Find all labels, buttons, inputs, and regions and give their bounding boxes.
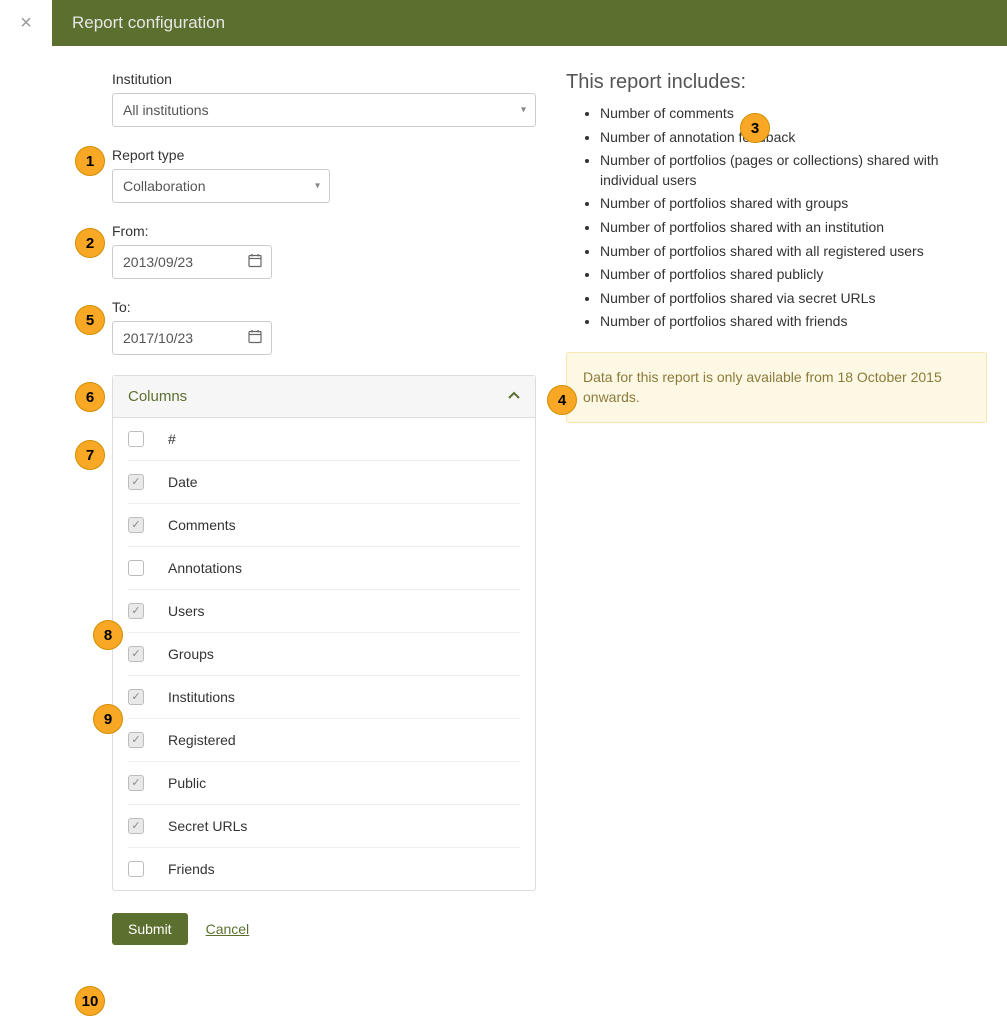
to-date-wrap[interactable]: [112, 321, 272, 355]
column-checkbox[interactable]: [128, 560, 144, 576]
content-area: 11 Institution All institutions ▾ Report…: [0, 46, 1007, 975]
callout-4: 4: [547, 385, 577, 415]
callout-8: 8: [93, 620, 123, 650]
column-label: Annotations: [168, 560, 242, 576]
report-type-select-wrap[interactable]: Collaboration ▾: [112, 169, 330, 203]
institution-select-wrap[interactable]: All institutions ▾: [112, 93, 536, 127]
columns-panel-title: Columns: [128, 388, 187, 405]
from-date-wrap[interactable]: [112, 245, 272, 279]
close-button[interactable]: ×: [0, 0, 52, 46]
submit-button[interactable]: Submit: [112, 913, 188, 945]
to-label: To:: [112, 299, 536, 315]
column-checkbox[interactable]: [128, 517, 144, 533]
column-label: Users: [168, 603, 205, 619]
institution-label: Institution: [112, 71, 536, 87]
callout-7: 7: [75, 440, 105, 470]
column-checkbox[interactable]: [128, 689, 144, 705]
columns-panel: Columns # Date Comments Annotations Users Gro…: [112, 375, 536, 891]
column-row: Friends: [128, 848, 520, 890]
info-alert: Data for this report is only available f…: [566, 352, 987, 423]
column-label: Groups: [168, 646, 214, 662]
from-date-input[interactable]: [112, 245, 272, 279]
column-row: #: [128, 418, 520, 461]
form-buttons: Submit Cancel: [112, 913, 536, 945]
column-label: Friends: [168, 861, 215, 877]
column-checkbox[interactable]: [128, 775, 144, 791]
column-row: Annotations: [128, 547, 520, 590]
column-checkbox[interactable]: [128, 732, 144, 748]
column-label: Registered: [168, 732, 236, 748]
form-left-column: Institution All institutions ▾ Report ty…: [112, 71, 536, 945]
columns-panel-body: # Date Comments Annotations Users Groups Insti…: [113, 418, 535, 890]
institution-select[interactable]: All institutions: [112, 93, 536, 127]
callout-10: 10: [75, 986, 105, 1016]
column-row: Groups: [128, 633, 520, 676]
includes-item: Number of portfolios shared publicly: [600, 263, 987, 287]
column-label: Public: [168, 775, 206, 791]
includes-item: Number of portfolios shared with groups: [600, 192, 987, 216]
close-icon: ×: [20, 12, 32, 35]
column-checkbox[interactable]: [128, 474, 144, 490]
info-right-column: This report includes: Number of comments…: [566, 71, 987, 945]
to-date-input[interactable]: [112, 321, 272, 355]
column-checkbox[interactable]: [128, 646, 144, 662]
includes-item: Number of portfolios (pages or collectio…: [600, 149, 987, 192]
column-row: Public: [128, 762, 520, 805]
report-type-select[interactable]: Collaboration: [112, 169, 330, 203]
includes-item: Number of portfolios shared with an inst…: [600, 216, 987, 240]
institution-field: Institution All institutions ▾: [112, 71, 536, 127]
column-checkbox[interactable]: [128, 603, 144, 619]
modal-header: × Report configuration: [0, 0, 1007, 46]
modal-title: Report configuration: [52, 13, 225, 33]
column-label: Comments: [168, 517, 236, 533]
callout-9: 9: [93, 704, 123, 734]
column-row: Users: [128, 590, 520, 633]
callout-6: 6: [75, 382, 105, 412]
callout-2: 2: [75, 228, 105, 258]
from-label: From:: [112, 223, 536, 239]
includes-item: Number of portfolios shared with friends: [600, 310, 987, 334]
callout-1: 1: [75, 146, 105, 176]
column-checkbox[interactable]: [128, 861, 144, 877]
includes-title: This report includes:: [566, 71, 987, 94]
column-checkbox[interactable]: [128, 431, 144, 447]
report-type-field: Report type Collaboration ▾: [112, 147, 536, 203]
column-checkbox[interactable]: [128, 818, 144, 834]
chevron-up-icon: [508, 389, 520, 404]
column-row: Registered: [128, 719, 520, 762]
includes-list: Number of commentsNumber of annotation f…: [566, 102, 987, 334]
column-label: #: [168, 431, 176, 447]
includes-item: Number of portfolios shared with all reg…: [600, 240, 987, 264]
includes-item: Number of comments: [600, 102, 987, 126]
from-date-field: From:: [112, 223, 536, 279]
report-type-label: Report type: [112, 147, 536, 163]
column-label: Date: [168, 474, 198, 490]
to-date-field: To:: [112, 299, 536, 355]
callout-5: 5: [75, 305, 105, 335]
column-label: Secret URLs: [168, 818, 247, 834]
includes-item: Number of annotation feedback: [600, 126, 987, 150]
column-row: Comments: [128, 504, 520, 547]
column-row: Institutions: [128, 676, 520, 719]
column-row: Date: [128, 461, 520, 504]
callout-3: 3: [740, 113, 770, 143]
column-row: Secret URLs: [128, 805, 520, 848]
column-label: Institutions: [168, 689, 235, 705]
columns-panel-header[interactable]: Columns: [113, 376, 535, 418]
cancel-link[interactable]: Cancel: [206, 921, 250, 937]
includes-item: Number of portfolios shared via secret U…: [600, 287, 987, 311]
